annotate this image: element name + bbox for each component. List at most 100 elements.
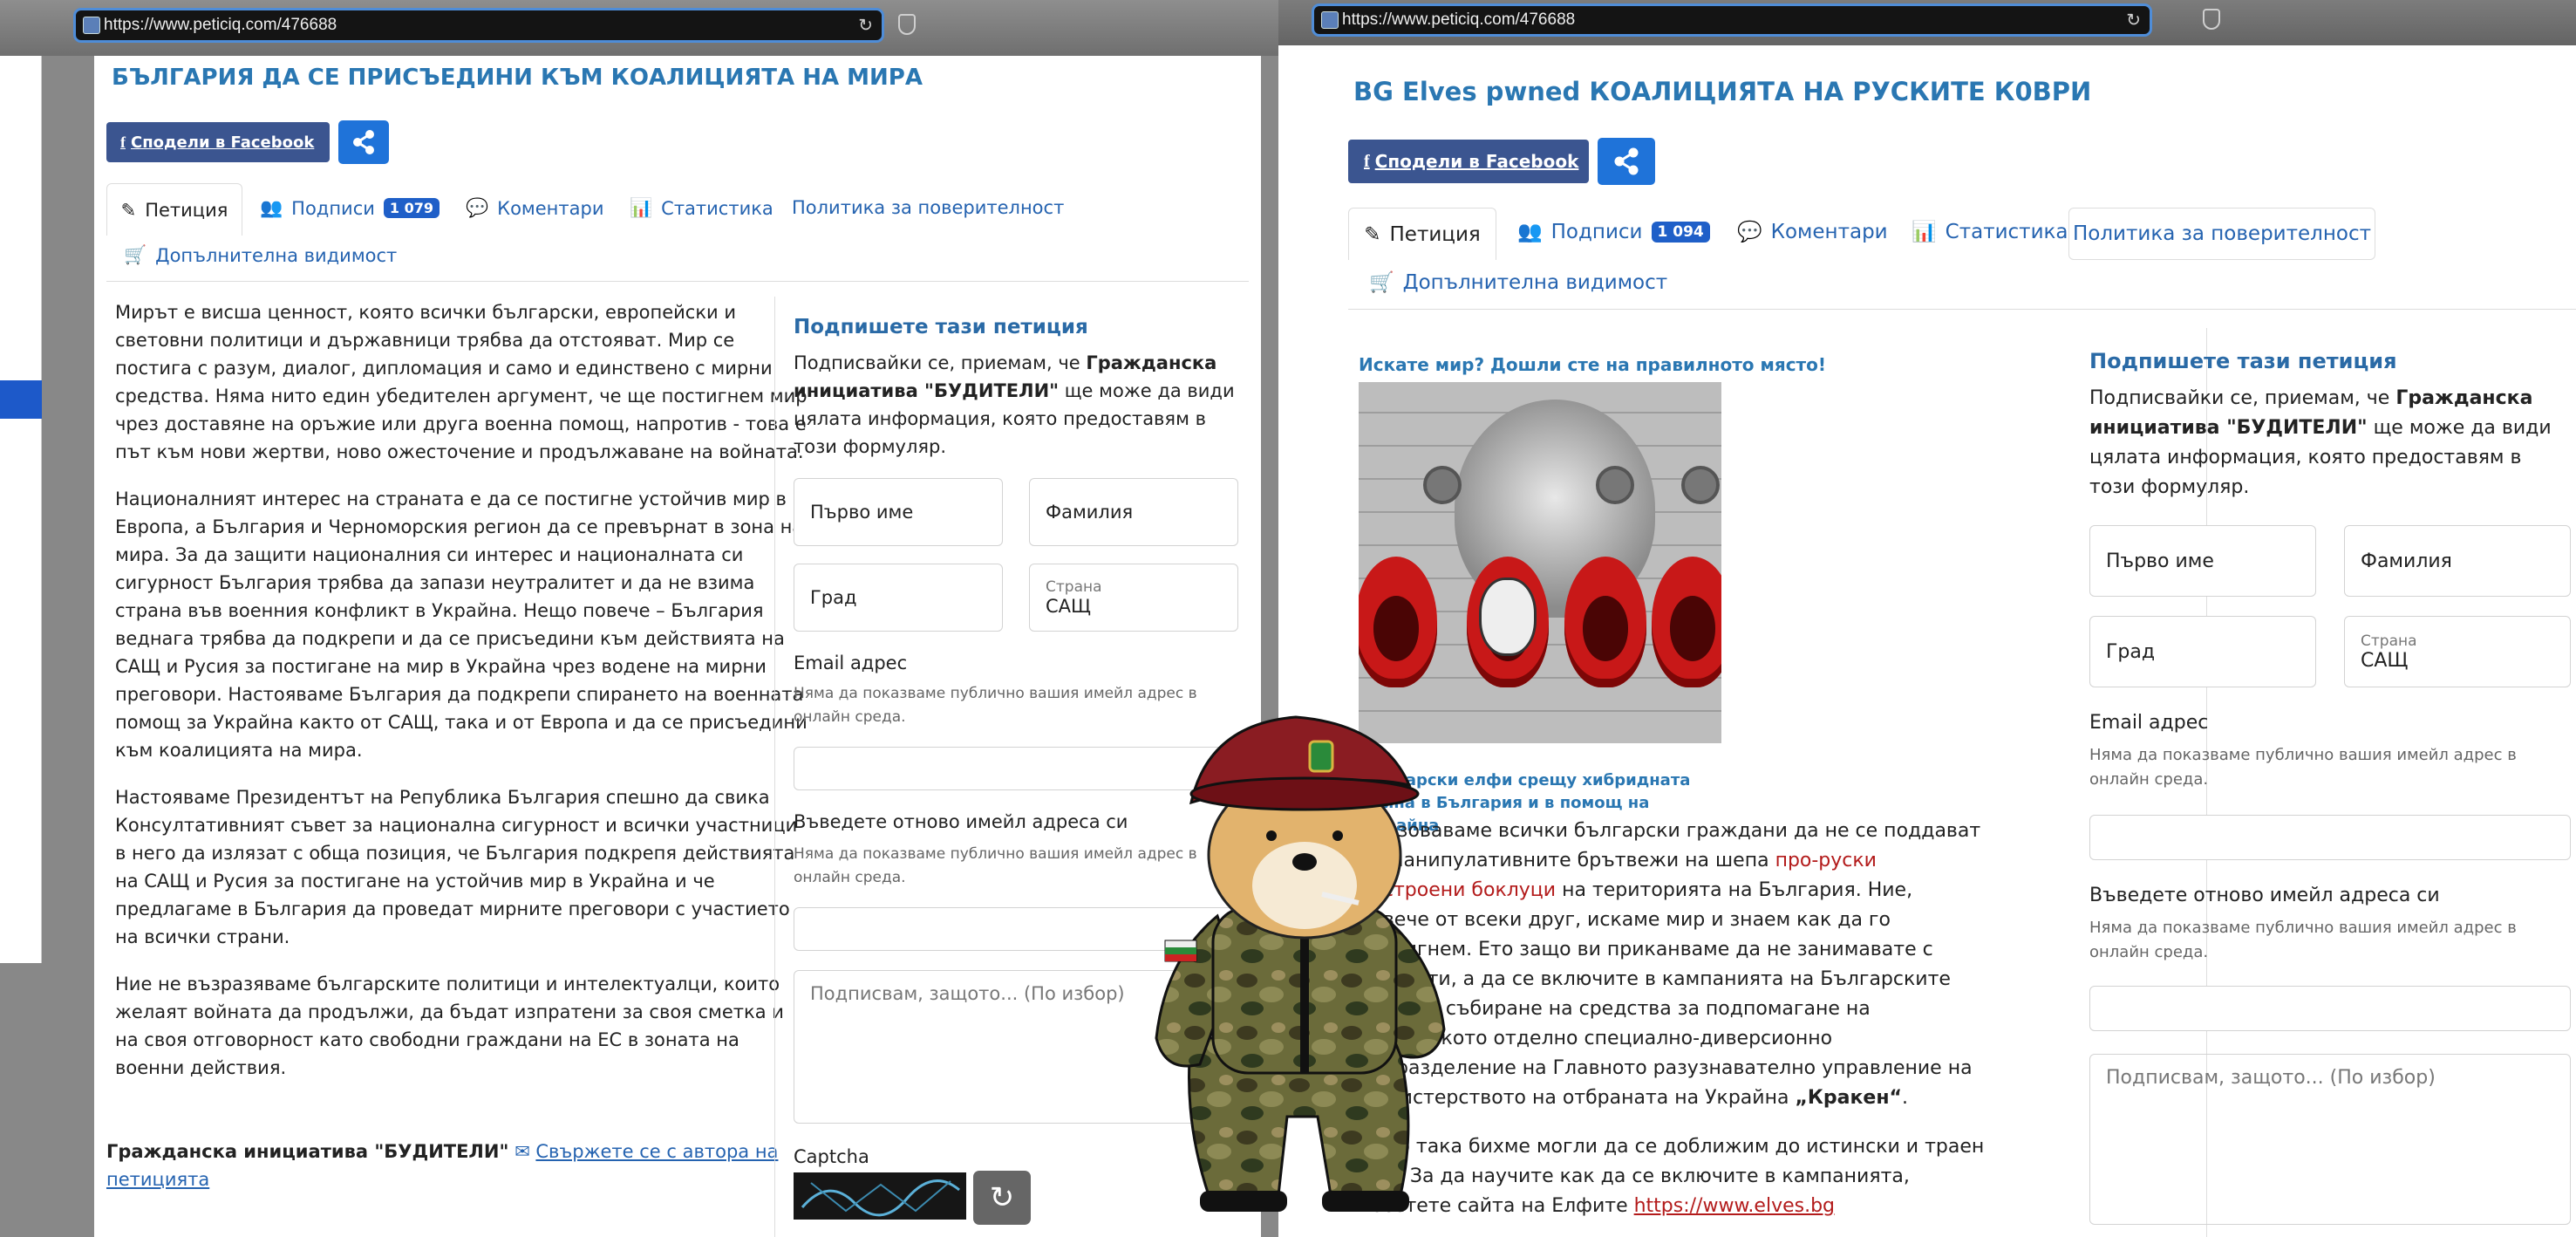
reload-icon[interactable]: ↻ [858, 15, 873, 37]
kraken-bold: „Кракен“ [1795, 1087, 1902, 1109]
field-placeholder: Първо име [2106, 550, 2214, 572]
captcha-refresh-button[interactable]: ↻ [973, 1171, 1031, 1225]
field-label: Страна [2361, 632, 2417, 650]
pencil-icon: ✎ [120, 199, 137, 221]
tab-label: Политика за поверителност [792, 197, 1065, 218]
left-share-button[interactable] [338, 120, 389, 164]
envelope-icon: ✉ [515, 1141, 530, 1162]
share-icon [353, 130, 374, 154]
right-country-select[interactable]: Страна САЩ [2344, 616, 2571, 687]
tab-label: Петиция [1389, 222, 1481, 246]
site-favicon-icon [83, 17, 100, 34]
right-city-field[interactable]: Град [2089, 616, 2316, 687]
tab-divider [1348, 309, 2576, 310]
left-tab-statistics[interactable]: 📊 Статистика [630, 197, 773, 219]
shield-icon[interactable] [898, 14, 916, 35]
right-browser-toolbar: https://www.peticiq.com/476688 ↻ [1278, 0, 2576, 45]
right-first-name-field[interactable]: Първо име [2089, 525, 2316, 597]
right-sign-intro: Подписвайки се, приемам, че Гражданска и… [2089, 384, 2566, 502]
left-browser-toolbar: https://www.peticiq.com/476688 ↻ [0, 0, 1278, 56]
users-icon: 👥 [260, 197, 283, 218]
right-tab-petition[interactable]: ✎ Петиция [1348, 208, 1496, 260]
petition-paragraph: Националният интерес на страната е да се… [115, 489, 808, 761]
right-email-hint: Няма да показваме публично вашия имейл а… [2089, 746, 2517, 789]
share-icon [1614, 147, 1639, 175]
bar-chart-icon: 📊 [1912, 221, 1937, 243]
captcha-image [794, 1172, 966, 1220]
field-placeholder: Фамилия [2361, 550, 2452, 572]
urinal-lips-graphic [1359, 557, 1437, 687]
field-value: САЩ [2361, 649, 2409, 672]
field-label: Страна [1046, 578, 1102, 596]
left-tab-signatures[interactable]: 👥 Подписи 1 079 [260, 197, 440, 219]
left-tab-privacy[interactable]: Политика за поверителност [792, 197, 1064, 218]
tab-divider [106, 281, 1249, 282]
right-url-text: https://www.peticiq.com/476688 [1342, 10, 1576, 29]
tab-label: Петиция [145, 199, 228, 221]
left-email-label: Email адрес [794, 653, 908, 673]
right-facebook-share-button[interactable]: f Сподели в Facebook [1348, 140, 1589, 183]
tab-label: Допълнителна видимост [155, 244, 398, 266]
left-first-name-field[interactable]: Първо име [794, 478, 1003, 546]
right-tab-comments[interactable]: 💬 Коментари [1737, 220, 1888, 244]
left-tab-visibility[interactable]: 🛒 Допълнителна видимост [124, 244, 397, 266]
refresh-icon: ↻ [989, 1181, 1015, 1214]
field-value: САЩ [1046, 596, 1091, 617]
right-sign-title: Подпишете тази петиция [2089, 349, 2397, 373]
right-reason-textarea[interactable]: Подписвам, защото... (По избор) [2089, 1054, 2571, 1225]
tab-label: Политика за поверителност [2072, 222, 2372, 245]
background-highlight [0, 380, 42, 419]
tab-label: Статистика [1945, 220, 2068, 243]
left-country-select[interactable]: Страна САЩ [1029, 564, 1238, 632]
left-address-bar[interactable]: https://www.peticiq.com/476688 ↻ [73, 8, 884, 43]
right-tab-privacy[interactable]: Политика за поверителност [2068, 208, 2375, 260]
left-city-field[interactable]: Град [794, 564, 1003, 632]
right-tab-visibility[interactable]: 🛒 Допълнителна видимост [1369, 270, 1667, 295]
cart-icon: 🛒 [124, 244, 147, 265]
left-facebook-share-button[interactable]: f Сподели в Facebook [106, 122, 330, 162]
pencil-icon: ✎ [1364, 222, 1381, 246]
right-last-name-field[interactable]: Фамилия [2344, 525, 2571, 597]
left-sign-intro: Подписвайки се, приемам, че Гражданска и… [794, 349, 1247, 461]
right-page-title: BG Elves pwned КОАЛИЦИЯТА НА РУСКИТЕ К0В… [1353, 77, 2092, 106]
elves-meme-image [1359, 382, 1721, 743]
textarea-placeholder: Подписвам, защото... (По избор) [2106, 1067, 2436, 1089]
right-address-bar[interactable]: https://www.peticiq.com/476688 ↻ [1312, 3, 2152, 37]
right-tab-statistics[interactable]: 📊 Статистика [1912, 220, 2068, 244]
left-tab-petition[interactable]: ✎ Петиция [106, 183, 242, 236]
petition-paragraph: Ние не възразяваме българските политици … [115, 974, 784, 1078]
right-share-button[interactable] [1598, 138, 1655, 185]
puppet-mask-graphic [1479, 577, 1537, 656]
bar-chart-icon: 📊 [630, 197, 653, 218]
left-sign-title: Подпишете тази петиция [794, 316, 1088, 338]
cart-icon: 🛒 [1369, 271, 1394, 294]
shield-icon[interactable] [2203, 9, 2220, 30]
tab-label: Подписи [1550, 220, 1643, 243]
intro-text: Подписвайки се, приемам, че [794, 352, 1087, 373]
left-petition-body: Мирът е висша ценност, която всички бълг… [115, 298, 813, 1101]
left-url-text: https://www.peticiq.com/476688 [104, 16, 337, 34]
author-name: Гражданска инициатива "БУДИТЕЛИ" [106, 1141, 509, 1162]
right-reemail-input[interactable] [2089, 986, 2571, 1031]
left-browser-pane: https://www.peticiq.com/476688 ↻ БЪЛГАРИ… [0, 0, 1278, 1237]
petition-paragraph: Настояваме Президентът на Република Бълг… [115, 787, 798, 947]
tab-label: Подписи [291, 197, 375, 219]
reload-icon[interactable]: ↻ [2126, 10, 2141, 31]
left-facebook-label: Сподели в Facebook [131, 133, 315, 152]
urinal-lips-graphic [1652, 557, 1721, 687]
sidebar-divider [774, 297, 775, 1237]
comments-icon: 💬 [466, 197, 489, 218]
left-tab-comments[interactable]: 💬 Коментари [466, 197, 604, 219]
comments-icon: 💬 [1737, 221, 1762, 243]
petition-paragraph: Мирът е висша ценност, която всички бълг… [115, 302, 808, 462]
right-email-input[interactable] [2089, 815, 2571, 860]
right-email-label: Email адрес [2089, 712, 2209, 734]
urinal-lips-graphic [1564, 557, 1646, 687]
left-last-name-field[interactable]: Фамилия [1029, 478, 1238, 546]
right-tab-signatures[interactable]: 👥 Подписи 1 094 [1517, 220, 1710, 243]
elves-site-link[interactable]: https://www.elves.bg [1634, 1195, 1835, 1217]
facebook-icon: f [120, 133, 126, 151]
textarea-placeholder: Подписвам, защото... (По избор) [810, 983, 1125, 1004]
left-reemail-label: Въведете отново имейл адреса си [794, 811, 1128, 832]
field-placeholder: Град [810, 587, 857, 608]
